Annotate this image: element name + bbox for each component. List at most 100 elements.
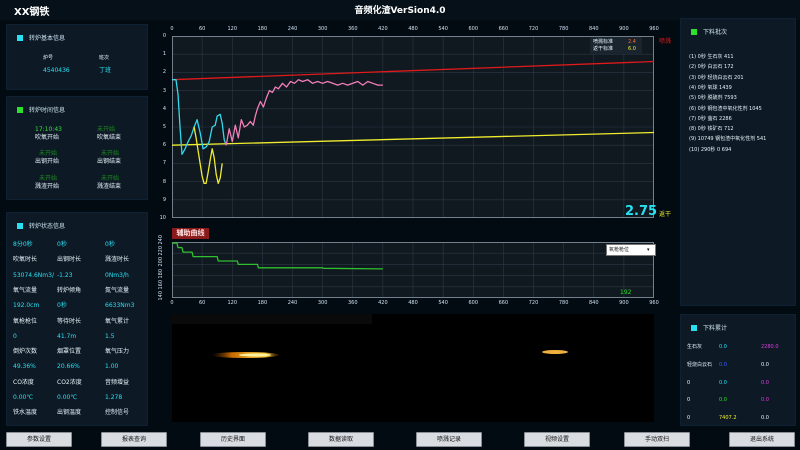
x-tick-label: 120 bbox=[227, 300, 238, 306]
upper-threshold-label: 喷溅标准 bbox=[593, 39, 614, 45]
x-tick-label: 900 bbox=[619, 26, 629, 32]
square-icon bbox=[17, 223, 23, 229]
aux-readout: 192 bbox=[620, 289, 632, 296]
batch-item: (8) 0秒 铁矿石 712 bbox=[689, 126, 734, 133]
batch-item: (6) 0秒 钢包渣中氧化性剂 1045 bbox=[689, 105, 762, 112]
status-value: 41.7m bbox=[57, 332, 77, 340]
time-label: 溅渣开始 bbox=[35, 183, 60, 190]
status-label: 倒炉次数 bbox=[13, 348, 38, 356]
status-value: 0 bbox=[13, 332, 17, 340]
x-tick-label: 780 bbox=[558, 300, 569, 306]
furnace-value: 4540436 bbox=[43, 67, 70, 74]
x-tick-label: 780 bbox=[558, 26, 569, 32]
x-tick-label: 840 bbox=[588, 300, 599, 306]
status-label: 音频增益 bbox=[105, 378, 130, 386]
square-icon bbox=[17, 107, 23, 113]
status-value: 0Nm3/h bbox=[105, 271, 129, 279]
status-label: 出钢时长 bbox=[57, 256, 82, 264]
basic-info-header: 转炉基本信息 bbox=[17, 33, 65, 42]
cumulative-value: 0.0 bbox=[761, 415, 769, 422]
x-tick-label: 420 bbox=[378, 300, 388, 306]
status-value: 192.0cm bbox=[13, 302, 40, 310]
manual-scan-button[interactable]: 手动双扫 bbox=[624, 432, 690, 447]
aux-select-value: 氧枪枪位 bbox=[609, 247, 630, 253]
time-status: 未开始 bbox=[101, 175, 120, 182]
shift-value: 丁班 bbox=[99, 67, 112, 74]
x-tick-label: 600 bbox=[468, 300, 479, 306]
batch-item: (3) 0秒 轻烧白云石 201 bbox=[689, 74, 744, 81]
status-value: 0秒 bbox=[105, 241, 115, 248]
batch-item: (7) 0秒 萤石 2286 bbox=[689, 115, 732, 122]
status-value: 0秒 bbox=[57, 241, 67, 248]
threshold-legend: 喷溅标准 2.4 返干标准 6.0 bbox=[590, 37, 642, 54]
x-tick-label: 420 bbox=[378, 26, 388, 32]
cumulative-value: 0.0 bbox=[719, 344, 727, 350]
y-tick-label: 8 bbox=[162, 178, 166, 185]
status-label: 控制信号 bbox=[105, 409, 130, 417]
x-tick-label: 180 bbox=[257, 300, 268, 306]
status-value: 20.66% bbox=[57, 363, 80, 371]
aux-chart-title: 辅助曲线 bbox=[172, 228, 209, 239]
status-label: 氧气累计 bbox=[105, 317, 130, 325]
status-value: 1.278 bbox=[105, 394, 123, 401]
main-chart bbox=[172, 36, 654, 218]
status-info-panel: 转炉状态信息 8分0秒 0秒 0秒 吹氧时长 出钢时长 溅渣时长 53074.6Nm3/-1… bbox=[6, 212, 148, 426]
history-button[interactable]: 历史界面 bbox=[200, 432, 266, 447]
time-label: 出钢结束 bbox=[97, 158, 122, 165]
batch-item: (2) 0秒 白云石 172 bbox=[689, 64, 734, 71]
batch-item: (1) 0秒 生石灰 411 bbox=[689, 54, 734, 60]
time-label: 溅渣结束 bbox=[97, 183, 122, 190]
status-label: 烟罩位置 bbox=[57, 348, 82, 356]
y-tick-label: 6 bbox=[162, 142, 166, 149]
status-value: 1.00 bbox=[105, 363, 119, 371]
y-tick-label: 3 bbox=[162, 87, 166, 94]
batch-item: (5) 0秒 脱硫剂 7593 bbox=[689, 95, 737, 102]
time-status: 17:10:43 bbox=[35, 126, 62, 133]
cumulative-value: 0.0 bbox=[719, 379, 727, 386]
exit-button[interactable]: 退出系统 bbox=[729, 432, 795, 447]
time-status: 未开始 bbox=[39, 175, 58, 182]
status-label: 溅渣时长 bbox=[105, 256, 130, 264]
basic-info-panel: 转炉基本信息 炉号 班次 4540436 丁班 bbox=[6, 24, 148, 90]
x-tick-label: 960 bbox=[649, 26, 659, 32]
aux-chart-area bbox=[172, 242, 654, 298]
cumulative-label: 0 bbox=[687, 415, 691, 422]
x-tick-label: 720 bbox=[528, 26, 539, 32]
x-tick-label: 0 bbox=[170, 300, 174, 306]
status-value: 0.00℃ bbox=[57, 394, 78, 401]
y-tick-label: 5 bbox=[162, 124, 166, 130]
flame-image bbox=[172, 314, 568, 358]
x-tick-label: 660 bbox=[498, 26, 509, 32]
y-tick-label: 10 bbox=[159, 215, 166, 221]
x-tick-label: 840 bbox=[588, 26, 599, 32]
status-value: -1.23 bbox=[57, 271, 73, 279]
batch-item: (4) 0秒 氧球 1439 bbox=[689, 84, 732, 91]
data-read-button[interactable]: 数据读取 bbox=[308, 432, 374, 447]
cumulative-value: 0.0 bbox=[719, 397, 727, 404]
cumulative-value: 0.0 bbox=[761, 379, 769, 386]
series-line bbox=[225, 79, 383, 146]
aux-variable-select[interactable]: 氧枪枪位 ▾ bbox=[606, 244, 656, 256]
status-label: 氧气流量 bbox=[13, 286, 38, 294]
video-settings-button[interactable]: 视频设置 bbox=[524, 432, 590, 447]
x-tick-label: 60 bbox=[198, 26, 206, 32]
report-query-button[interactable]: 报表查询 bbox=[101, 432, 167, 447]
status-value: 1.5 bbox=[105, 332, 115, 340]
x-tick-label: 240 bbox=[287, 26, 298, 32]
y-tick-label: 240 bbox=[158, 235, 164, 245]
status-label: 吹氧时长 bbox=[13, 256, 38, 264]
time-label: 出钢开始 bbox=[35, 158, 60, 165]
status-label: CO2浓度 bbox=[57, 378, 82, 386]
batch-item: (9) 10749 钢包渣中氧化性剂 541 bbox=[689, 136, 767, 143]
y-tick-label: 9 bbox=[162, 196, 166, 203]
x-tick-label: 300 bbox=[317, 300, 328, 306]
cumulative-label: 0 bbox=[687, 397, 691, 404]
x-tick-label: 360 bbox=[347, 26, 358, 32]
lower-threshold-value: 6.0 bbox=[628, 46, 636, 52]
param-settings-button[interactable]: 参数设置 bbox=[6, 432, 72, 447]
time-status: 未开始 bbox=[101, 150, 120, 157]
x-tick-label: 720 bbox=[528, 300, 539, 306]
splash-record-button[interactable]: 喷溅记录 bbox=[416, 432, 482, 447]
cumulative-value: 0.0 bbox=[761, 397, 769, 404]
x-tick-label: 900 bbox=[619, 300, 629, 306]
